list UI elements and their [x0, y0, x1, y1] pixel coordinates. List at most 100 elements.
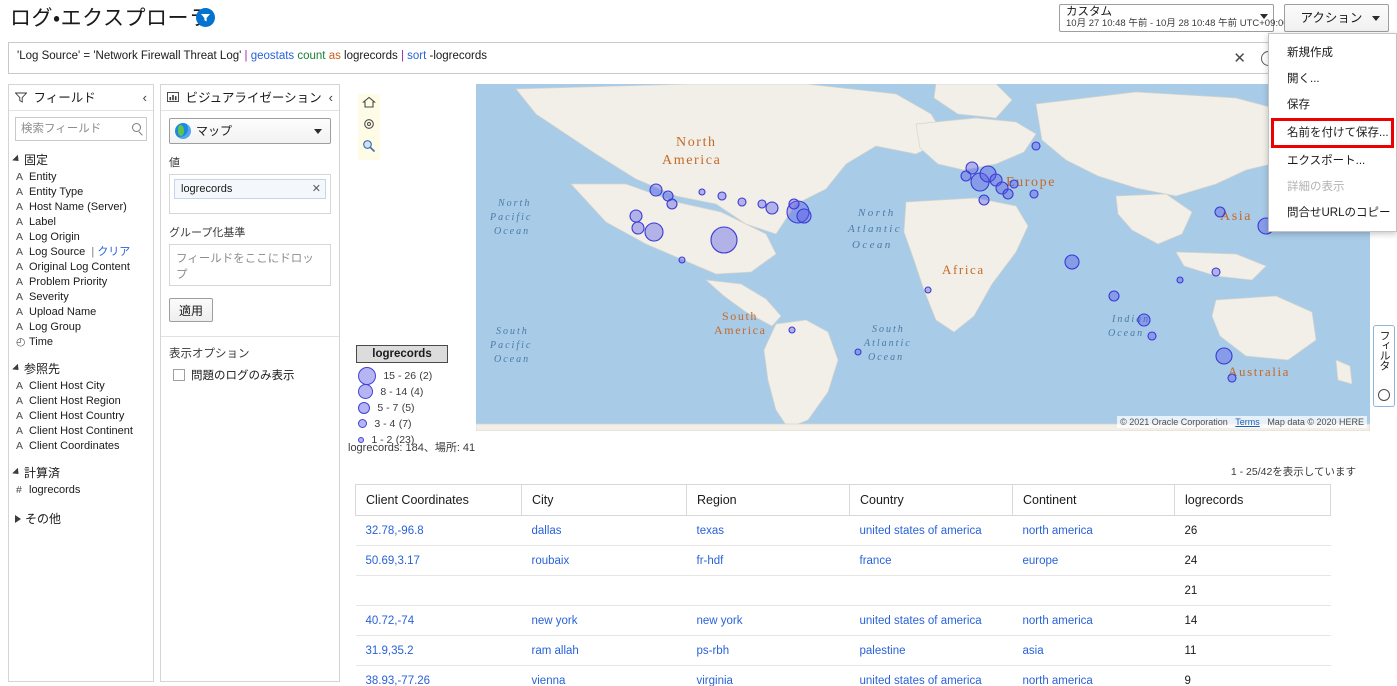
cell-region[interactable]: fr-hdf [687, 546, 850, 576]
field-client-host-region[interactable]: A Client Host Region [9, 394, 153, 409]
field-severity[interactable]: A Severity [9, 290, 153, 305]
fields-search-box[interactable] [15, 117, 147, 141]
cell-city[interactable]: dallas [522, 516, 687, 546]
menu-item-open[interactable]: 開く... [1269, 66, 1396, 92]
menu-item-export[interactable]: エクスポート... [1269, 148, 1396, 174]
column-header-logrecords[interactable]: logrecords [1175, 485, 1331, 516]
search-input[interactable] [16, 118, 146, 140]
field-client-host-continent[interactable]: A Client Host Continent [9, 424, 153, 439]
column-header-continent[interactable]: Continent [1013, 485, 1175, 516]
menu-item-copy-query-url[interactable]: 問合せURLのコピー [1269, 200, 1396, 226]
cell-region[interactable]: ps-rbh [687, 636, 850, 666]
cell-coordinates[interactable]: 31.9,35.2 [356, 636, 522, 666]
column-header-region[interactable]: Region [687, 485, 850, 516]
cell-coordinates[interactable]: 32.78,-96.8 [356, 516, 522, 546]
map-canvas[interactable]: North America South America Africa Europ… [476, 84, 1370, 431]
cell-region[interactable]: texas [687, 516, 850, 546]
cell-continent[interactable]: asia [1013, 636, 1175, 666]
filter-badge-icon[interactable] [196, 8, 215, 27]
field-group-computed[interactable]: 計算済 [9, 462, 153, 483]
cell-continent[interactable]: north america [1013, 606, 1175, 636]
attribution-terms-link[interactable]: Terms [1235, 417, 1260, 427]
field-client-host-city[interactable]: A Client Host City [9, 379, 153, 394]
cell-city[interactable]: roubaix [522, 546, 687, 576]
cell-continent[interactable]: europe [1013, 546, 1175, 576]
cell-city[interactable]: ram allah [522, 636, 687, 666]
query-input-bar[interactable]: 'Log Source' = 'Network Firewall Threat … [8, 42, 1283, 74]
cell-city[interactable]: vienna [522, 666, 687, 686]
table-row[interactable]: 21 [356, 576, 1331, 606]
field-problem-priority[interactable]: A Problem Priority [9, 275, 153, 290]
chevron-left-icon[interactable]: ‹ [143, 85, 147, 111]
cell-country[interactable]: united states of america [850, 666, 1013, 686]
zoom-select-icon[interactable] [358, 138, 380, 160]
apply-button[interactable]: 適用 [169, 298, 213, 322]
field-group-reference[interactable]: 参照先 [9, 358, 153, 379]
date-range-picker[interactable]: カスタム 10月 27 10:48 午前 - 10月 28 10:48 午前 U… [1059, 4, 1274, 32]
field-group-fixed[interactable]: 固定 [9, 149, 153, 170]
cell-coordinates[interactable]: 50.69,3.17 [356, 546, 522, 576]
gear-icon[interactable] [358, 116, 380, 138]
menu-item-new[interactable]: 新規作成 [1269, 40, 1396, 66]
field-client-host-country[interactable]: A Client Host Country [9, 409, 153, 424]
cell-country[interactable]: palestine [850, 636, 1013, 666]
menu-item-save-as[interactable]: 名前を付けて保存... [1271, 118, 1394, 148]
filter-icon [15, 86, 27, 112]
cell-continent[interactable] [1013, 576, 1175, 606]
cell-country[interactable]: france [850, 546, 1013, 576]
cell-country[interactable] [850, 576, 1013, 606]
field-log-origin[interactable]: A Log Origin [9, 230, 153, 245]
viz-groupby-dropzone[interactable]: フィールドをここにドロップ [169, 244, 331, 286]
field-group-other[interactable]: その他 [9, 508, 153, 529]
table-row[interactable]: 40.72,-74 new york new york united state… [356, 606, 1331, 636]
field-upload-name[interactable]: A Upload Name [9, 305, 153, 320]
cell-coordinates[interactable]: 38.93,-77.26 [356, 666, 522, 686]
filter-side-tab[interactable]: フィルタ [1373, 325, 1395, 407]
cell-city[interactable] [522, 576, 687, 606]
viz-value-dropzone[interactable]: logrecords ✕ [169, 174, 331, 214]
viz-value-section: 値 logrecords ✕ [161, 144, 339, 214]
cell-coordinates[interactable] [356, 576, 522, 606]
chevron-left-icon[interactable]: ‹ [329, 85, 333, 111]
column-header-city[interactable]: City [522, 485, 687, 516]
column-header-client-coordinates[interactable]: Client Coordinates [356, 485, 522, 516]
field-label[interactable]: A Label [9, 215, 153, 230]
table-row[interactable]: 50.69,3.17 roubaix fr-hdf france europe … [356, 546, 1331, 576]
column-header-country[interactable]: Country [850, 485, 1013, 516]
cell-coordinates[interactable]: 40.72,-74 [356, 606, 522, 636]
cell-continent[interactable]: north america [1013, 516, 1175, 546]
field-type-icon: A [16, 305, 23, 320]
field-host-name-server[interactable]: A Host Name (Server) [9, 200, 153, 215]
home-icon[interactable] [358, 94, 380, 116]
cell-region[interactable]: new york [687, 606, 850, 636]
problem-only-checkbox-row[interactable]: 問題のログのみ表示 [161, 367, 339, 383]
cell-continent[interactable]: north america [1013, 666, 1175, 686]
field-clear-link[interactable]: クリア [97, 246, 130, 258]
field-logrecords[interactable]: # logrecords [9, 483, 153, 498]
field-log-source[interactable]: A Log Source | クリア [9, 245, 153, 260]
cell-city[interactable]: new york [522, 606, 687, 636]
cell-region[interactable]: virginia [687, 666, 850, 686]
field-client-coordinates[interactable]: A Client Coordinates [9, 439, 153, 454]
cell-logrecords: 11 [1175, 636, 1331, 666]
field-entity-type[interactable]: A Entity Type [9, 185, 153, 200]
viz-type-select[interactable]: マップ [169, 118, 331, 144]
table-row[interactable]: 31.9,35.2 ram allah ps-rbh palestine asi… [356, 636, 1331, 666]
table-row[interactable]: 38.93,-77.26 vienna virginia united stat… [356, 666, 1331, 686]
action-dropdown-menu[interactable]: 新規作成 開く... 保存 名前を付けて保存... エクスポート... 詳細の表… [1268, 33, 1397, 232]
cell-country[interactable]: united states of america [850, 516, 1013, 546]
table-row[interactable]: 32.78,-96.8 dallas texas united states o… [356, 516, 1331, 546]
field-original-log-content[interactable]: A Original Log Content [9, 260, 153, 275]
close-icon[interactable]: ✕ [312, 181, 321, 198]
close-icon[interactable]: ✕ [1233, 51, 1246, 67]
field-entity[interactable]: A Entity [9, 170, 153, 185]
fields-panel: フィールド ‹ 固定 A Entity A Entity Type A Host… [8, 84, 154, 682]
viz-value-chip[interactable]: logrecords ✕ [174, 179, 326, 199]
action-button[interactable]: アクション [1284, 4, 1389, 32]
field-log-group[interactable]: A Log Group [9, 320, 153, 335]
cell-region[interactable] [687, 576, 850, 606]
checkbox-icon[interactable] [173, 369, 185, 381]
cell-country[interactable]: united states of america [850, 606, 1013, 636]
menu-item-save[interactable]: 保存 [1269, 92, 1396, 118]
field-time[interactable]: ◴ Time [9, 335, 153, 350]
